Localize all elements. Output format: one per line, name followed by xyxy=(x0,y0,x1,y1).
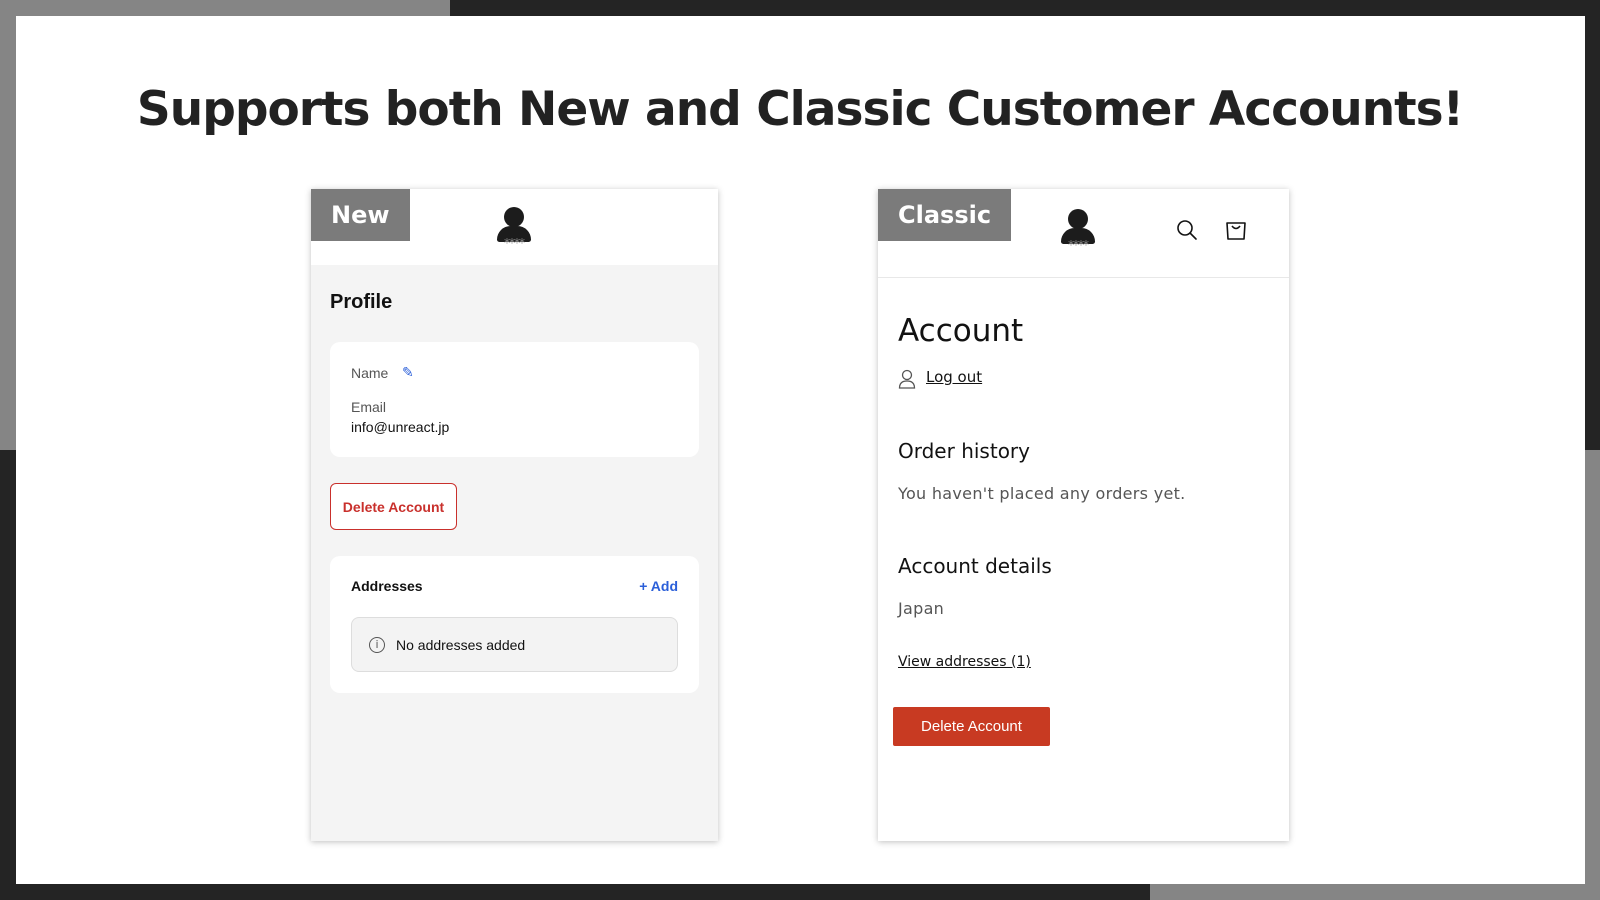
delete-account-button[interactable]: Delete Account xyxy=(893,707,1050,746)
user-icon xyxy=(898,369,916,389)
cart-bag-icon[interactable] xyxy=(1224,218,1248,242)
no-addresses-text: No addresses added xyxy=(396,637,526,653)
logo-head-shape xyxy=(1068,209,1088,229)
addresses-title: Addresses xyxy=(351,578,423,594)
name-label: Name xyxy=(351,365,389,381)
email-value: info@unreact.jp xyxy=(351,419,450,435)
logo-stars: **** xyxy=(504,236,525,250)
order-history-text: You haven't placed any orders yet. xyxy=(898,484,1186,503)
classic-accounts-panel: Classic **** Account Log out Order histo… xyxy=(878,189,1289,841)
profile-title: Profile xyxy=(330,291,393,313)
slide-canvas xyxy=(16,16,1585,884)
delete-account-button[interactable]: Delete Account xyxy=(330,483,457,530)
view-addresses-link[interactable]: View addresses (1) xyxy=(898,654,1031,670)
profile-card: Name ✎ Email info@unreact.jp xyxy=(330,342,699,457)
order-history-title: Order history xyxy=(898,439,1030,463)
logo-head-shape xyxy=(504,207,524,227)
search-icon[interactable] xyxy=(1176,219,1198,241)
pencil-icon[interactable]: ✎ xyxy=(402,364,414,381)
logo-stars: **** xyxy=(1068,238,1089,252)
account-details-text: Japan xyxy=(898,599,945,618)
no-addresses-notice: i No addresses added xyxy=(351,617,678,672)
info-icon: i xyxy=(369,637,385,653)
add-address-link[interactable]: + Add xyxy=(639,578,678,594)
addresses-card: Addresses + Add i No addresses added xyxy=(330,556,699,693)
new-accounts-panel: New **** Profile Name ✎ Email info@unrea… xyxy=(311,189,718,841)
logout-link[interactable]: Log out xyxy=(926,368,982,386)
account-details-title: Account details xyxy=(898,554,1052,578)
account-title: Account xyxy=(898,313,1024,349)
classic-tag: Classic xyxy=(878,189,1012,241)
store-logo[interactable]: **** xyxy=(1058,209,1098,253)
email-label: Email xyxy=(351,399,387,415)
headline: Supports both New and Classic Customer A… xyxy=(136,82,1464,137)
new-tag: New xyxy=(311,189,410,241)
store-logo[interactable]: **** xyxy=(494,207,534,251)
